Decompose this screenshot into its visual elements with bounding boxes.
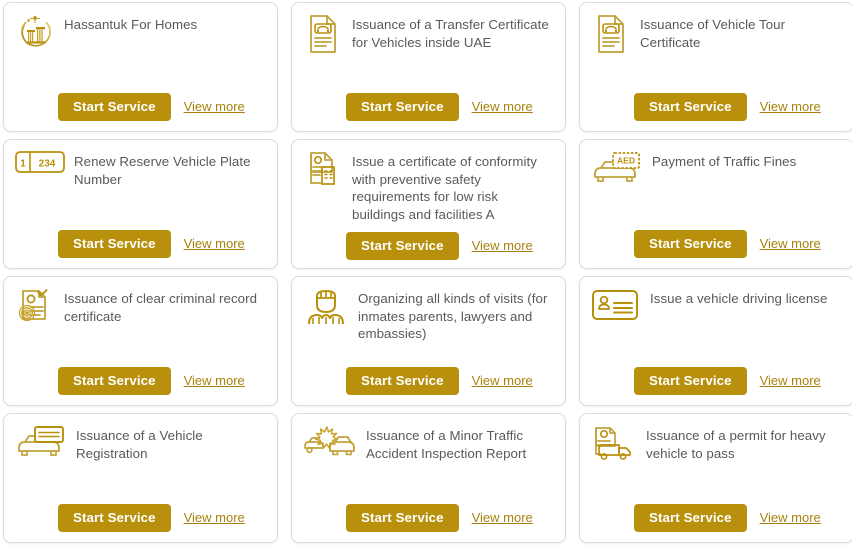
card-header: Issue a vehicle driving license xyxy=(591,287,841,329)
start-service-button[interactable]: Start Service xyxy=(634,229,747,258)
criminal-record-fingerprint-icon xyxy=(15,287,55,329)
service-card-issuance-vehicle-registration[interactable]: Issuance of a Vehicle Registration Start… xyxy=(3,413,278,543)
service-card-clear-criminal-record-certificate[interactable]: Issuance of clear criminal record certif… xyxy=(3,276,278,406)
service-title: Renew Reserve Vehicle Plate Number xyxy=(74,154,251,187)
service-card-issue-vehicle-driving-license[interactable]: Issue a vehicle driving license Start Se… xyxy=(579,276,852,406)
plate-left-text: 1 xyxy=(20,159,26,170)
service-card-permit-heavy-vehicle-to-pass[interactable]: Issuance of a permit for heavy vehicle t… xyxy=(579,413,852,543)
service-card-vehicle-tour-certificate[interactable]: Issuance of Vehicle Tour Certificate Sta… xyxy=(579,2,852,132)
service-title: Organizing all kinds of visits (for inma… xyxy=(358,291,548,342)
start-service-button[interactable]: Start Service xyxy=(346,92,459,121)
start-service-button[interactable]: Start Service xyxy=(58,503,171,532)
vehicle-certificate-document-icon xyxy=(303,13,343,55)
start-service-button[interactable]: Start Service xyxy=(58,92,171,121)
view-more-link[interactable]: View more xyxy=(472,238,533,253)
vehicle-certificate-document-icon xyxy=(591,13,631,55)
card-header: Issuance of clear criminal record certif… xyxy=(15,287,265,329)
heavy-vehicle-permit-icon xyxy=(591,424,637,466)
hassantuk-logo-icon xyxy=(15,13,55,55)
service-title: Issuance of a Minor Traffic Accident Ins… xyxy=(366,428,527,461)
card-actions: Start Service View more xyxy=(58,92,245,121)
view-more-link[interactable]: View more xyxy=(184,510,245,525)
service-title: Issue a certificate of conformity with p… xyxy=(352,154,537,222)
view-more-link[interactable]: View more xyxy=(472,510,533,525)
card-actions: Start Service View more xyxy=(634,366,821,395)
view-more-link[interactable]: View more xyxy=(760,510,821,525)
service-title: Hassantuk For Homes xyxy=(64,17,198,32)
service-card-organizing-visits-inmates[interactable]: Organizing all kinds of visits (for inma… xyxy=(291,276,566,406)
start-service-button[interactable]: Start Service xyxy=(634,366,747,395)
card-header: Issuance of a permit for heavy vehicle t… xyxy=(591,424,841,466)
card-actions: Start Service View more xyxy=(346,366,533,395)
card-header: Issuance of Vehicle Tour Certificate xyxy=(591,13,841,55)
view-more-link[interactable]: View more xyxy=(760,236,821,251)
service-title: Issuance of clear criminal record certif… xyxy=(64,291,258,324)
service-title: Payment of Traffic Fines xyxy=(652,154,797,169)
card-actions: Start Service View more xyxy=(346,92,533,121)
card-actions: Start Service View more xyxy=(634,503,821,532)
service-title: Issuance of a permit for heavy vehicle t… xyxy=(646,428,826,461)
card-actions: Start Service View more xyxy=(634,92,821,121)
start-service-button[interactable]: Start Service xyxy=(346,503,459,532)
traffic-accident-icon xyxy=(303,424,357,466)
service-title: Issuance of Vehicle Tour Certificate xyxy=(640,17,786,50)
card-header: Issue a certificate of conformity with p… xyxy=(303,150,553,223)
service-title: Issuance of a Transfer Certificate for V… xyxy=(352,17,549,50)
service-card-certificate-of-conformity-preventive-safety[interactable]: Issue a certificate of conformity with p… xyxy=(291,139,566,269)
card-header: Hassantuk For Homes xyxy=(15,13,265,55)
service-card-hassantuk-for-homes[interactable]: Hassantuk For Homes Start Service View m… xyxy=(3,2,278,132)
start-service-button[interactable]: Start Service xyxy=(634,503,747,532)
card-actions: Start Service View more xyxy=(58,366,245,395)
card-actions: Start Service View more xyxy=(58,229,245,258)
inmate-visit-icon xyxy=(303,287,349,329)
start-service-button[interactable]: Start Service xyxy=(346,231,459,260)
vehicle-registration-icon xyxy=(15,424,67,466)
start-service-button[interactable]: Start Service xyxy=(634,92,747,121)
building-certificate-icon xyxy=(303,150,343,192)
plate-right-text: 234 xyxy=(39,159,56,170)
card-header: Issuance of a Transfer Certificate for V… xyxy=(303,13,553,55)
service-title: Issue a vehicle driving license xyxy=(650,291,828,306)
card-header: Organizing all kinds of visits (for inma… xyxy=(303,287,553,343)
view-more-link[interactable]: View more xyxy=(472,373,533,388)
service-cards-grid: Hassantuk For Homes Start Service View m… xyxy=(0,0,852,543)
card-actions: Start Service View more xyxy=(346,231,533,260)
card-actions: Start Service View more xyxy=(346,503,533,532)
traffic-fine-payment-icon: AED xyxy=(591,150,643,192)
view-more-link[interactable]: View more xyxy=(184,99,245,114)
service-card-transfer-certificate-vehicles-uae[interactable]: Issuance of a Transfer Certificate for V… xyxy=(291,2,566,132)
service-card-minor-traffic-accident-inspection-report[interactable]: Issuance of a Minor Traffic Accident Ins… xyxy=(291,413,566,543)
view-more-link[interactable]: View more xyxy=(760,99,821,114)
service-card-renew-reserve-vehicle-plate-number[interactable]: 1 234 Renew Reserve Vehicle Plate Number… xyxy=(3,139,278,269)
card-header: AED Payment of Traffic Fines xyxy=(591,150,841,192)
card-header: Issuance of a Minor Traffic Accident Ins… xyxy=(303,424,553,466)
service-title: Issuance of a Vehicle Registration xyxy=(76,428,203,461)
card-header: Issuance of a Vehicle Registration xyxy=(15,424,265,466)
view-more-link[interactable]: View more xyxy=(760,373,821,388)
start-service-button[interactable]: Start Service xyxy=(58,229,171,258)
view-more-link[interactable]: View more xyxy=(472,99,533,114)
start-service-button[interactable]: Start Service xyxy=(58,366,171,395)
card-actions: Start Service View more xyxy=(58,503,245,532)
view-more-link[interactable]: View more xyxy=(184,373,245,388)
card-header: 1 234 Renew Reserve Vehicle Plate Number xyxy=(15,150,265,192)
service-card-payment-of-traffic-fines[interactable]: AED Payment of Traffic Fines Start Servi… xyxy=(579,139,852,269)
start-service-button[interactable]: Start Service xyxy=(346,366,459,395)
license-plate-icon: 1 234 xyxy=(15,150,65,192)
aed-currency-label: AED xyxy=(617,156,635,166)
view-more-link[interactable]: View more xyxy=(184,236,245,251)
driving-license-card-icon xyxy=(591,287,641,329)
card-actions: Start Service View more xyxy=(634,229,821,258)
